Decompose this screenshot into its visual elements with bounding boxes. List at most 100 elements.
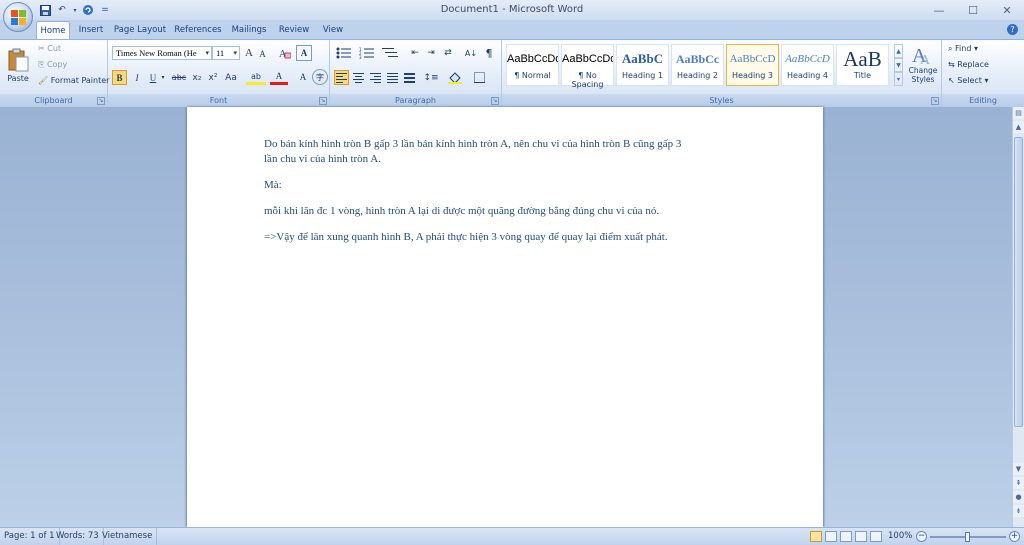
bold-button[interactable]: B	[112, 70, 127, 85]
underline-dropdown-icon[interactable]: ▾	[160, 70, 166, 85]
style-heading-3[interactable]: AaBbCcD Heading 3	[726, 44, 779, 86]
numbering-icon[interactable]: 123	[357, 46, 377, 60]
select-browse-object-icon[interactable]: ●	[1013, 491, 1024, 503]
change-styles-button[interactable]: AA Change Styles	[906, 42, 940, 92]
help-icon[interactable]: ?	[1007, 24, 1018, 35]
highlight-button[interactable]: ab	[246, 70, 266, 85]
multilevel-list-icon[interactable]	[380, 46, 400, 60]
print-layout-icon[interactable]	[810, 531, 822, 542]
language-status[interactable]: Vietnamese	[98, 528, 158, 545]
underline-button[interactable]: U	[146, 70, 160, 85]
style-heading-1[interactable]: AaBbC Heading 1	[616, 44, 669, 86]
format-painter-button[interactable]: 🖌 Format Painter	[38, 76, 109, 85]
minimize-button[interactable]: —	[922, 0, 956, 20]
select-button[interactable]: ↖ Select ▾	[948, 76, 989, 85]
styles-scroll-up-icon[interactable]: ▲	[894, 44, 903, 58]
increase-indent-icon[interactable]: ⇥	[424, 46, 438, 60]
font-color-button[interactable]: A	[270, 70, 288, 85]
outline-view-icon[interactable]	[855, 531, 867, 542]
subscript-button[interactable]: x₂	[190, 70, 204, 85]
tab-references[interactable]: References	[172, 21, 224, 40]
style-normal[interactable]: AaBbCcDd ¶ Normal	[506, 44, 559, 86]
zoom-out-icon[interactable]: −	[916, 531, 927, 542]
strikethrough-button[interactable]: abc	[170, 70, 188, 85]
scroll-down-icon[interactable]: ▼	[1013, 463, 1024, 475]
document-page[interactable]: Do bán kính hình tròn B gấp 3 lần bán kí…	[187, 107, 823, 527]
tab-page-layout[interactable]: Page Layout	[112, 21, 168, 40]
font-launcher-icon[interactable]: ↘	[319, 97, 327, 105]
zoom-slider[interactable]	[930, 532, 1006, 542]
tab-mailings[interactable]: Mailings	[228, 21, 270, 40]
shading-icon[interactable]	[446, 70, 464, 85]
style-heading-4[interactable]: AaBbCcD Heading 4	[781, 44, 834, 86]
font-group-label: Font	[108, 94, 329, 107]
font-size-combo[interactable]: 11 ▾	[212, 46, 240, 60]
word-count-status[interactable]: Words: 73	[52, 528, 104, 545]
character-shading-icon[interactable]: A	[296, 69, 310, 85]
change-case-button[interactable]: Aa	[222, 70, 240, 85]
zoom-level[interactable]: 100%	[884, 528, 916, 545]
paragraph-launcher-icon[interactable]: ↘	[491, 97, 499, 105]
styles-launcher-icon[interactable]: ↘	[931, 97, 939, 105]
line-spacing-icon[interactable]: ↕≡	[422, 70, 440, 85]
document-paragraph[interactable]: =>Vậy để lăn xung quanh hình B, A phải t…	[264, 230, 668, 245]
change-styles-a-icon[interactable]: A	[296, 45, 312, 61]
superscript-button[interactable]: x²	[206, 70, 220, 85]
tab-home[interactable]: Home	[36, 21, 70, 40]
cut-button[interactable]: ✂ Cut	[38, 44, 61, 53]
enclose-characters-icon[interactable]: 字	[312, 69, 328, 85]
document-paragraph[interactable]: Mà:	[264, 178, 282, 193]
web-layout-icon[interactable]	[840, 531, 852, 542]
draft-view-icon[interactable]	[870, 531, 882, 542]
document-paragraph[interactable]: Do bán kính hình tròn B gấp 3 lần bán kí…	[264, 137, 681, 152]
style-heading-2[interactable]: AaBbCc Heading 2	[671, 44, 724, 86]
scroll-thumb[interactable]	[1014, 137, 1023, 427]
maximize-button[interactable]: ☐	[956, 0, 990, 20]
sort-button[interactable]: A↓	[464, 46, 478, 60]
style-sample: AaBbCcD	[785, 53, 830, 65]
ruler-toggle-icon[interactable]: ▤	[1013, 107, 1024, 119]
vertical-scrollbar[interactable]: ▤ ▲ ▼ ⇞ ● ⇟	[1012, 107, 1024, 527]
scroll-up-icon[interactable]: ▲	[1013, 121, 1024, 133]
distributed-icon[interactable]	[402, 70, 417, 85]
find-button[interactable]: ⌕ Find ▾	[948, 44, 978, 54]
justify-icon[interactable]	[385, 70, 400, 85]
document-paragraph[interactable]: lần chu vi của hình tròn A.	[264, 152, 381, 167]
copy-button[interactable]: ⎘ Copy	[38, 60, 67, 70]
zoom-in-icon[interactable]: +	[1009, 531, 1020, 542]
clear-formatting-icon[interactable]: A	[278, 46, 292, 60]
clipboard-launcher-icon[interactable]: ↘	[97, 97, 105, 105]
show-marks-button[interactable]: ¶	[482, 46, 496, 60]
previous-page-icon[interactable]: ⇞	[1013, 477, 1024, 489]
style-title[interactable]: AaB Title	[836, 44, 889, 86]
styles-scroll-down-icon[interactable]: ▼	[894, 58, 903, 72]
styles-more-icon[interactable]: ▾	[894, 72, 903, 86]
bullets-icon[interactable]	[334, 46, 354, 60]
document-paragraph[interactable]: mỗi khi lăn đc 1 vòng, hình tròn A lại d…	[264, 204, 659, 219]
style-sample: AaBbCcDd	[507, 53, 558, 65]
paste-button[interactable]: Paste	[4, 42, 32, 88]
tab-view[interactable]: View	[318, 21, 348, 40]
align-right-icon[interactable]	[368, 70, 383, 85]
align-left-icon[interactable]	[334, 70, 349, 85]
zoom-slider-thumb[interactable]	[965, 532, 970, 542]
page-count-status[interactable]: Page: 1 of 1	[0, 528, 60, 545]
decrease-indent-icon[interactable]: ⇤	[408, 46, 422, 60]
style-no-spacing[interactable]: AaBbCcDd ¶ No Spacing	[561, 44, 614, 89]
font-name-combo[interactable]: Times New Roman (He ▾	[112, 46, 212, 60]
next-page-icon[interactable]: ⇟	[1013, 505, 1024, 517]
tab-review[interactable]: Review	[274, 21, 314, 40]
office-button[interactable]	[3, 2, 33, 32]
grow-font-button[interactable]: A	[243, 46, 255, 60]
borders-icon[interactable]	[470, 70, 488, 85]
align-center-icon[interactable]	[351, 70, 366, 85]
change-styles-icon: AA	[912, 45, 931, 66]
replace-button[interactable]: ⇆ Replace	[948, 60, 989, 69]
format-painter-icon: 🖌	[38, 76, 49, 85]
close-button[interactable]: ✕	[990, 0, 1024, 20]
full-screen-reading-icon[interactable]	[825, 531, 837, 542]
italic-button[interactable]: I	[130, 70, 144, 85]
text-direction-icon[interactable]: ⇄	[440, 46, 456, 60]
tab-insert[interactable]: Insert	[74, 21, 108, 40]
shrink-font-button[interactable]: A	[257, 48, 268, 60]
